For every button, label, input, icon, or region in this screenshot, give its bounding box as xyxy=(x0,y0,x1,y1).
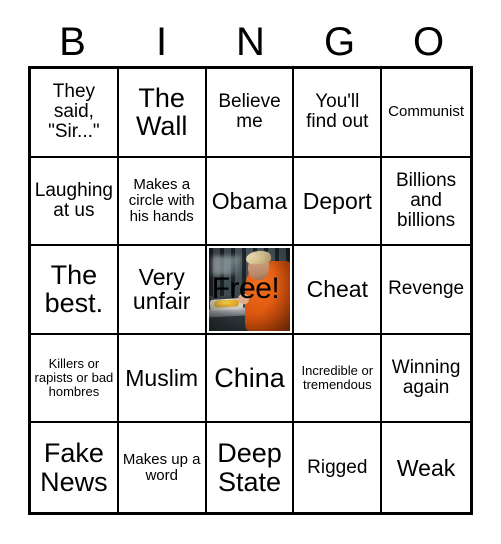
bingo-cell-label: Weak xyxy=(396,454,456,481)
bingo-cell-label: Very unfair xyxy=(132,264,191,315)
free-space-label: Free! xyxy=(211,272,280,306)
header-letter-i: I xyxy=(155,20,168,64)
bingo-cell-label: They said, "Sir..." xyxy=(48,81,100,143)
bingo-cell[interactable]: Makes up a word xyxy=(118,423,207,512)
bingo-cell[interactable]: Obama xyxy=(206,157,295,247)
bingo-cell-label: Communist xyxy=(388,103,465,121)
bingo-cell-label: Laughing at us xyxy=(34,179,113,221)
bingo-cell[interactable]: Deep State xyxy=(206,423,295,512)
bingo-cell-label: Believe me xyxy=(218,91,281,133)
bingo-grid: They said, "Sir..." The Wall Believe me … xyxy=(28,66,473,515)
bingo-cell-label: Makes up a word xyxy=(122,450,201,484)
bingo-cell-label: Revenge xyxy=(388,278,465,300)
bingo-cell[interactable]: The Wall xyxy=(118,69,207,158)
bingo-cell[interactable]: You'll find out xyxy=(294,69,383,158)
bingo-cell-label: Muslim xyxy=(125,364,199,391)
bingo-cell[interactable]: Believe me xyxy=(206,69,295,158)
bingo-cell-label: Cheat xyxy=(306,276,368,303)
bingo-cell[interactable]: Deport xyxy=(294,157,383,247)
bingo-cell-label: Incredible or tremendous xyxy=(301,363,374,393)
bingo-cell-label: The Wall xyxy=(135,82,188,142)
header-letter-o: O xyxy=(412,20,445,64)
bingo-cell[interactable]: Rigged xyxy=(294,423,383,512)
bingo-cell[interactable]: Communist xyxy=(382,69,470,158)
bingo-cell-label: Winning again xyxy=(391,356,461,399)
bingo-cell[interactable]: They said, "Sir..." xyxy=(31,69,119,158)
bingo-cell[interactable]: Cheat xyxy=(294,246,383,335)
bingo-cell-label: Deport xyxy=(302,187,372,214)
bingo-cell[interactable]: Revenge xyxy=(382,246,470,335)
bingo-cell[interactable]: The best. xyxy=(31,246,119,335)
bingo-cell[interactable]: Killers or rapists or bad hombres xyxy=(31,334,119,424)
bingo-cell-label: Billions and billions xyxy=(395,169,457,231)
bingo-card: B I N G O They said, "Sir..." The Wall B… xyxy=(0,0,501,544)
bingo-cell-label: The best. xyxy=(44,259,104,319)
bingo-cell-label: You'll find out xyxy=(306,91,369,133)
bingo-cell[interactable]: Muslim xyxy=(118,334,207,424)
header-letter-b: B xyxy=(59,20,86,64)
header-letter-n: N xyxy=(236,20,265,64)
bingo-cell[interactable]: Laughing at us xyxy=(31,157,119,247)
bingo-cell[interactable]: Incredible or tremendous xyxy=(294,334,383,424)
bingo-cell-label: Killers or rapists or bad hombres xyxy=(34,356,114,399)
bingo-header: B I N G O xyxy=(28,18,473,66)
bingo-cell[interactable]: Billions and billions xyxy=(382,157,470,247)
bingo-cell[interactable]: China xyxy=(206,334,295,424)
bingo-cell-label: Deep State xyxy=(217,438,282,497)
header-letter-g: G xyxy=(323,20,356,64)
bingo-cell[interactable]: Winning again xyxy=(382,334,470,424)
bingo-cell-label: Obama xyxy=(211,187,288,214)
prisoner-meal-photo: Free! xyxy=(208,248,291,331)
bingo-cell[interactable]: Makes a circle with his hands xyxy=(118,157,207,247)
bingo-cell[interactable]: Fake News xyxy=(31,423,119,512)
bingo-cell-label: China xyxy=(214,362,285,393)
bingo-cell[interactable]: Very unfair xyxy=(118,246,207,335)
bingo-free-space-cell[interactable]: Free! xyxy=(206,246,295,335)
bingo-cell-label: Makes a circle with his hands xyxy=(128,176,195,225)
bingo-cell-label: Fake News xyxy=(40,438,108,497)
bingo-cell[interactable]: Weak xyxy=(382,423,470,512)
bingo-cell-label: Rigged xyxy=(307,456,368,478)
